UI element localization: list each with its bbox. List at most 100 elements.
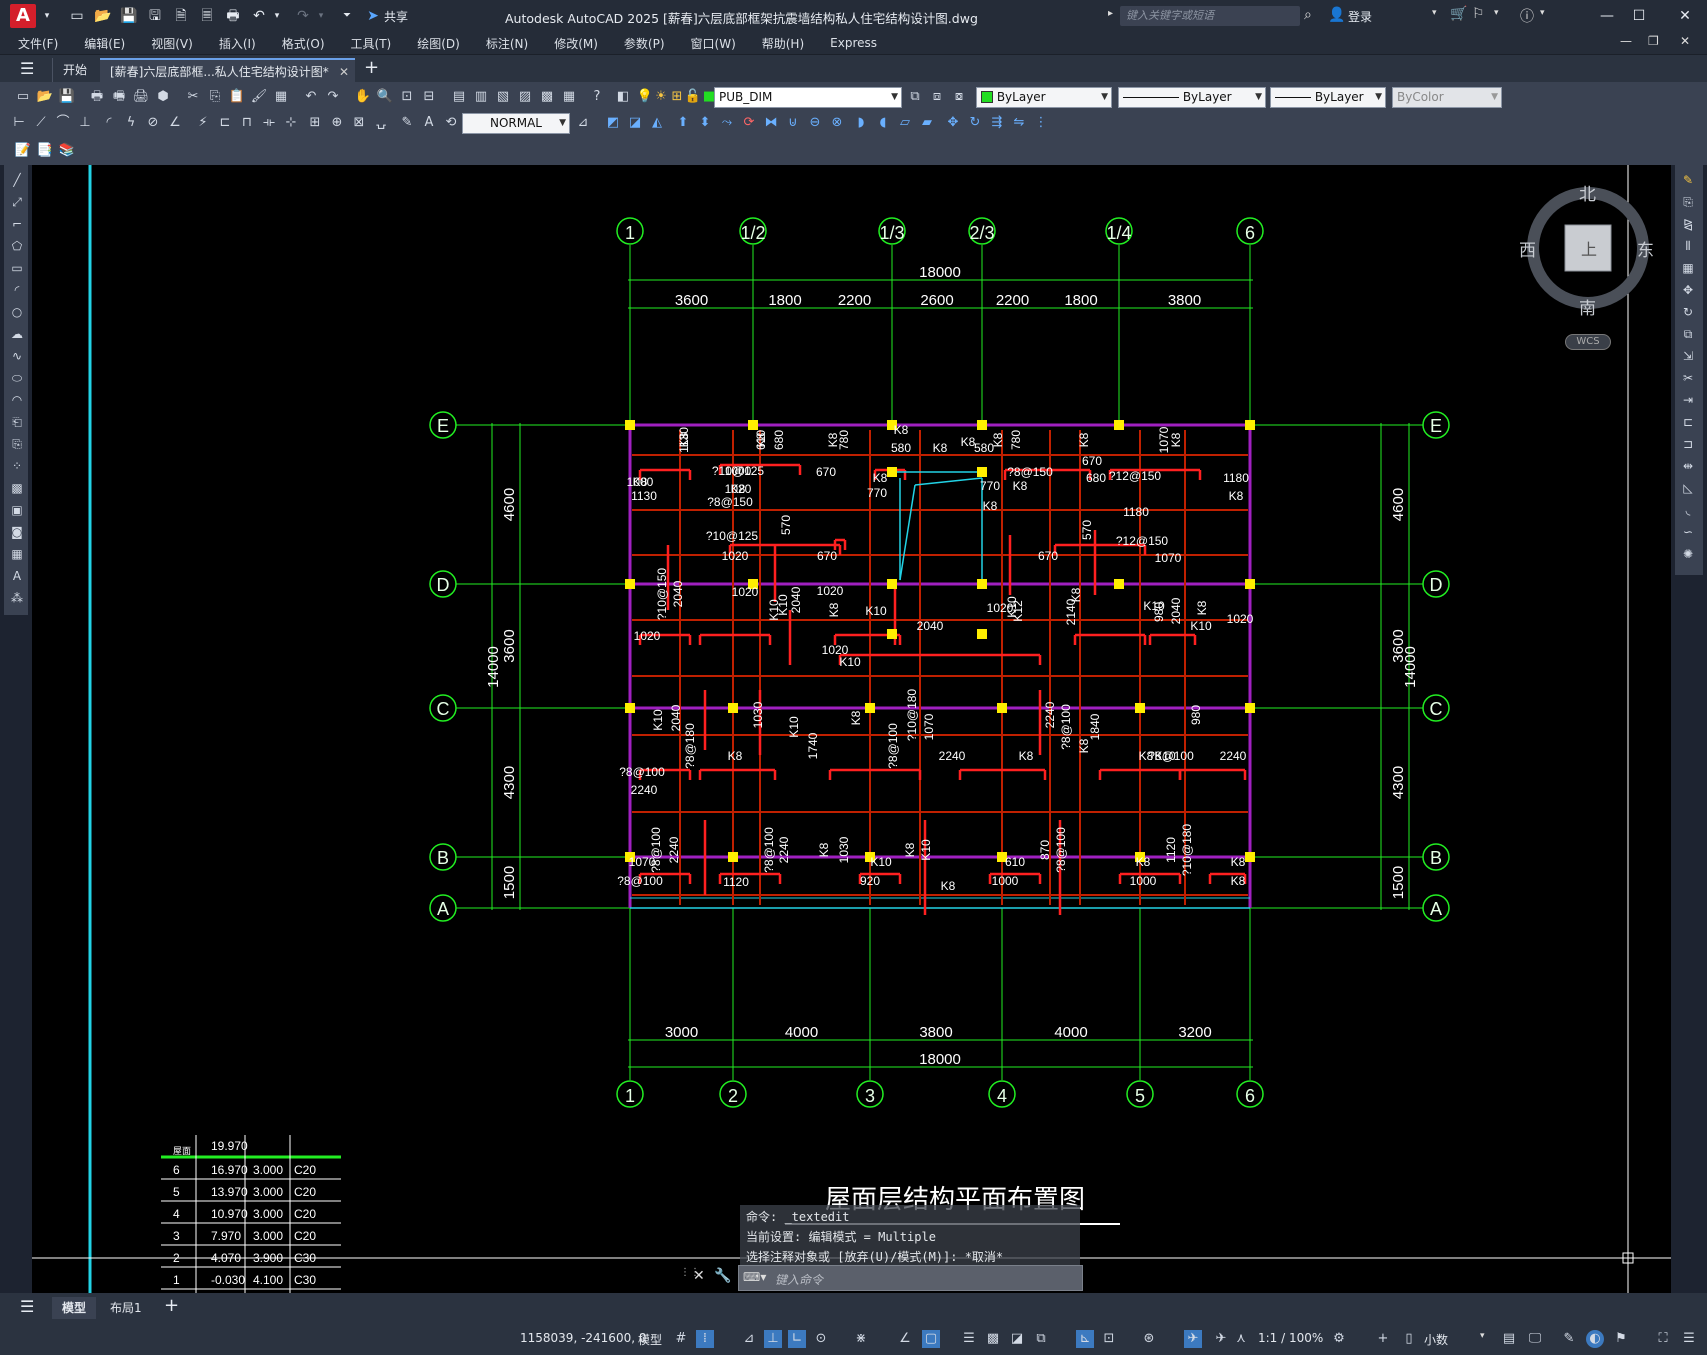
3d-wedge-icon[interactable]: ◪	[626, 114, 644, 132]
share-icon[interactable]: ➤	[364, 8, 382, 24]
dynamic-ucs-icon[interactable]: ⊾	[1076, 1330, 1094, 1348]
search-expand-icon[interactable]: ▸	[1108, 8, 1113, 19]
grid-icon[interactable]: #	[672, 1330, 690, 1348]
spline-icon[interactable]: ∿	[8, 347, 26, 365]
inspect-icon[interactable]: ⊠	[350, 114, 368, 132]
customize-qat-icon[interactable]: ⏷	[338, 8, 356, 24]
point-icon[interactable]: ⁘	[8, 457, 26, 475]
command-grip[interactable]: ⋮⋮	[680, 1268, 700, 1288]
block-editor-icon[interactable]: ▦	[272, 88, 290, 106]
maximize-icon[interactable]: ☐	[1624, 4, 1654, 28]
save-as-icon[interactable]: 🖫	[146, 8, 164, 24]
gizmo-icon[interactable]: ⊛	[1140, 1330, 1158, 1348]
close-icon[interactable]: ✕	[1670, 4, 1700, 28]
circle-icon[interactable]: ○	[8, 303, 26, 321]
units-dropdown-icon[interactable]: ▾	[1480, 1331, 1485, 1341]
dim-edit-icon[interactable]: ✎	[398, 114, 416, 132]
cut-icon[interactable]: ✂	[184, 88, 202, 106]
menu-window[interactable]: 窗口(W)	[691, 35, 736, 52]
object-snap-icon[interactable]: ▢	[922, 1330, 940, 1348]
undo-dropdown-icon[interactable]: ▾	[268, 8, 286, 24]
menu-help[interactable]: 帮助(H)	[762, 35, 804, 52]
intersect-icon[interactable]: ⊗	[828, 114, 846, 132]
sheet-set-icon[interactable]: ▨	[516, 88, 534, 106]
angular-dim-icon[interactable]: ∠	[166, 114, 184, 132]
compass-west[interactable]: 西	[1519, 236, 1536, 261]
mtext-icon[interactable]: A	[8, 567, 26, 585]
presspull-icon[interactable]: ⬍	[696, 114, 714, 132]
new-tab-icon[interactable]: +	[364, 57, 379, 78]
region-icon[interactable]: ◙	[8, 523, 26, 541]
explode-icon[interactable]: ✺	[1679, 545, 1697, 563]
markup-icon[interactable]: ▩	[538, 88, 556, 106]
command-close-icon[interactable]: ✕	[693, 1268, 705, 1284]
hatch-icon[interactable]: ▩	[8, 479, 26, 497]
menu-view[interactable]: 视图(V)	[151, 35, 193, 52]
construction-line-icon[interactable]: ⤢	[8, 193, 26, 211]
color-dropdown[interactable]: ByLayer ▼	[976, 87, 1112, 108]
menu-modify[interactable]: 修改(M)	[554, 35, 598, 52]
revcloud-icon[interactable]: ☁	[8, 325, 26, 343]
ordinate-dim-icon[interactable]: ⊥	[76, 114, 94, 132]
dimstyle-dropdown[interactable]: NORMAL ▼	[462, 113, 570, 134]
aligned-dim-icon[interactable]: ⟋	[32, 114, 50, 132]
calculator-icon[interactable]: ▦	[560, 88, 578, 106]
dimstyle-manager-icon[interactable]: ⊿	[574, 114, 592, 132]
zoom-previous-icon[interactable]: ⊟	[420, 88, 438, 106]
tool-palettes-icon[interactable]: ▧	[494, 88, 512, 106]
fullscreen-icon[interactable]: ⛶	[1654, 1330, 1672, 1348]
copy-icon[interactable]: ⎘	[206, 88, 224, 106]
cursor-coordinates[interactable]: 1158039, -241600, 0	[520, 1331, 646, 1345]
doc-close-icon[interactable]: ✕	[1680, 34, 1690, 48]
ortho-icon[interactable]: ∟	[788, 1330, 806, 1348]
break-at-point-icon[interactable]: ⊏	[1679, 413, 1697, 431]
rectangle-icon[interactable]: ▭	[8, 259, 26, 277]
help-tb-icon[interactable]: ?	[588, 88, 606, 106]
units-value[interactable]: 小数	[1424, 1331, 1448, 1348]
app-logo[interactable]: A	[10, 4, 36, 28]
dim-text-edit-icon[interactable]: A	[420, 114, 438, 132]
3d-mirror-icon[interactable]: ⇋	[1010, 114, 1028, 132]
tab-start[interactable]: 开始	[52, 58, 97, 82]
command-prompt-icon[interactable]: ⌨▾	[743, 1270, 766, 1284]
quick-dim-icon[interactable]: ⚡	[194, 114, 212, 132]
make-current-layer-icon[interactable]: ⧉	[906, 88, 924, 106]
layer-previous-icon[interactable]: ⧈	[928, 88, 946, 106]
undo-tb-icon[interactable]: ↶	[302, 88, 320, 106]
radius-dim-icon[interactable]: ◜	[100, 114, 118, 132]
ellipse-arc-icon[interactable]: ◠	[8, 391, 26, 409]
polar-icon[interactable]: ⊙	[812, 1330, 830, 1348]
help-icon[interactable]: ⓘ	[1520, 6, 1534, 26]
redo-dropdown-icon[interactable]: ▾	[312, 8, 330, 24]
menu-draw[interactable]: 绘图(D)	[417, 35, 460, 52]
fillet-icon[interactable]: ◟	[1679, 501, 1697, 519]
customize-status-icon[interactable]: ☰	[1680, 1330, 1698, 1348]
apps-dropdown-icon[interactable]: ▾	[1494, 8, 1499, 18]
add-selected-icon[interactable]: ⁂	[8, 589, 26, 607]
drawing-canvas[interactable]: 1 1/2 1/3 2/3 1/4 6 1 2 3 4 5 6 E E D D C C B B A A 18000 3600 1…	[32, 165, 1671, 1293]
loft-icon[interactable]: ⧓	[762, 114, 780, 132]
gradient-icon[interactable]: ▣	[8, 501, 26, 519]
login-label[interactable]: 登录	[1348, 8, 1372, 25]
design-center-icon[interactable]: ▥	[472, 88, 490, 106]
units-icon[interactable]: ▯	[1400, 1330, 1418, 1348]
lineweight-toggle-icon[interactable]: ☰	[960, 1330, 978, 1348]
annotation-scale-value[interactable]: 1:1 / 100%	[1258, 1331, 1323, 1345]
layer-states-icon[interactable]: ⧇	[950, 88, 968, 106]
zoom-window-icon[interactable]: ⊡	[398, 88, 416, 106]
menu-tools[interactable]: 工具(T)	[351, 35, 392, 52]
jogged-dim-icon[interactable]: ϟ	[122, 114, 140, 132]
publish-icon[interactable]: 🖨	[132, 88, 150, 106]
quick-properties-icon[interactable]: ▤	[1500, 1330, 1518, 1348]
extrude-icon[interactable]: ⬆	[674, 114, 692, 132]
selection-cycling-icon[interactable]: ◪	[1008, 1330, 1026, 1348]
undo-icon[interactable]: ↶	[250, 8, 268, 24]
help-dropdown-icon[interactable]: ▾	[1540, 8, 1545, 18]
pan-icon[interactable]: ✋	[354, 88, 372, 106]
compass-north[interactable]: 北	[1579, 180, 1596, 205]
layer-properties-icon[interactable]: ◧	[614, 88, 632, 106]
polyline-icon[interactable]: ⌐	[8, 215, 26, 233]
tab-close-icon[interactable]: ✕	[339, 60, 349, 84]
wcs-button[interactable]: WCS	[1565, 334, 1611, 350]
menu-express[interactable]: Express	[830, 36, 877, 50]
